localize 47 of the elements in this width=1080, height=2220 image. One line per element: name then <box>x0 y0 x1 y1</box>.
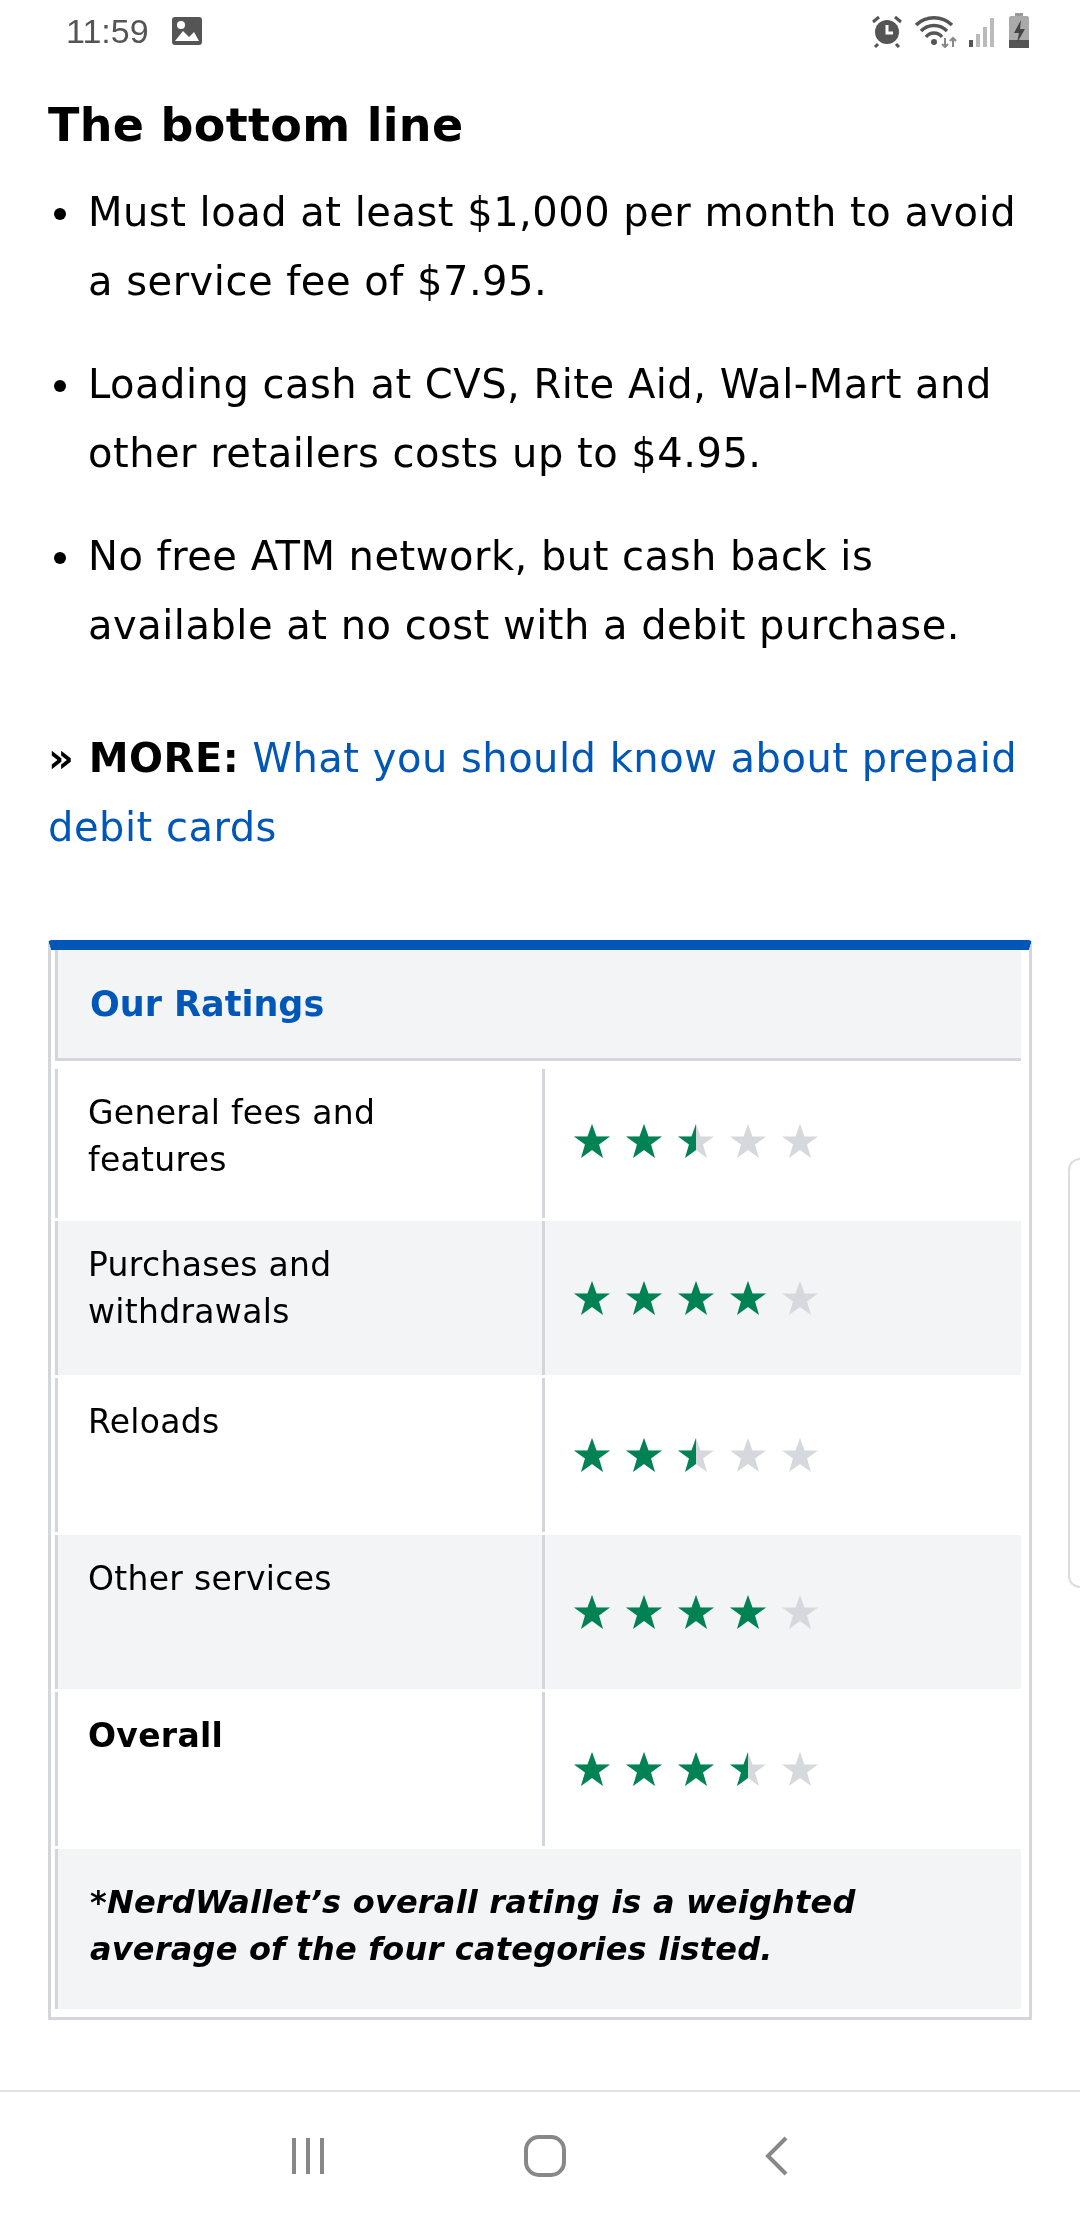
star-icon <box>729 1594 767 1630</box>
half-star-icon <box>677 1437 715 1473</box>
star-icon <box>573 1594 611 1630</box>
footnote-text: *NerdWallet’s overall rating is a weighted average of the four categories listed. <box>90 1883 856 1968</box>
wifi-icon <box>914 14 958 48</box>
empty-star-icon <box>781 1437 819 1473</box>
star-icon <box>625 1123 663 1159</box>
star-icon <box>573 1280 611 1316</box>
star-icon <box>625 1594 663 1630</box>
more-link-text[interactable]: » MORE: What you should know about prepaid debit cards <box>48 724 1032 862</box>
rating-label: Reloads <box>88 1402 220 1441</box>
star-icon <box>625 1437 663 1473</box>
half-star-icon <box>677 1123 715 1159</box>
bullet-text: No free ATM network, but cash back is available at no cost with a debit purchase. <box>88 532 961 650</box>
bullet-icon <box>54 208 66 220</box>
rating-label: General fees and features <box>88 1093 376 1179</box>
star-icon <box>573 1751 611 1787</box>
star-icon <box>573 1123 611 1159</box>
star-icon <box>677 1751 715 1787</box>
half-star-icon <box>729 1751 767 1787</box>
empty-star-icon <box>729 1123 767 1159</box>
bullet-text: Must load at least $1,000 per month to avoid a service fee of $7.95. <box>88 188 1018 306</box>
star-icon <box>625 1751 663 1787</box>
empty-star-icon <box>729 1437 767 1473</box>
table-title: Our Ratings <box>90 984 325 1024</box>
star-icon <box>729 1280 767 1316</box>
empty-star-icon <box>781 1280 819 1316</box>
edge-panel-handle[interactable] <box>1068 1158 1080 1588</box>
image-icon <box>170 15 203 47</box>
rating-label: Purchases and withdrawals <box>88 1245 332 1331</box>
bullet-text: Loading cash at CVS, Rite Aid, Wal-Mart and other retailers costs up to $4.95. <box>88 360 993 478</box>
clock-time: 11:59 <box>66 11 149 51</box>
battery-charging-icon <box>1008 13 1030 49</box>
star-icon <box>677 1280 715 1316</box>
rounded-square-icon <box>523 2134 567 2178</box>
empty-star-icon <box>781 1123 819 1159</box>
bullet-icon <box>54 552 66 564</box>
star-icon <box>677 1594 715 1630</box>
rating-label: Overall <box>88 1716 224 1755</box>
section-heading: The bottom line <box>48 98 465 152</box>
empty-star-icon <box>781 1751 819 1787</box>
empty-star-icon <box>781 1594 819 1630</box>
alarm-icon <box>870 14 904 48</box>
star-icon <box>573 1437 611 1473</box>
star-icon <box>625 1280 663 1316</box>
bullet-icon <box>54 380 66 392</box>
rating-label: Other services <box>88 1559 332 1598</box>
